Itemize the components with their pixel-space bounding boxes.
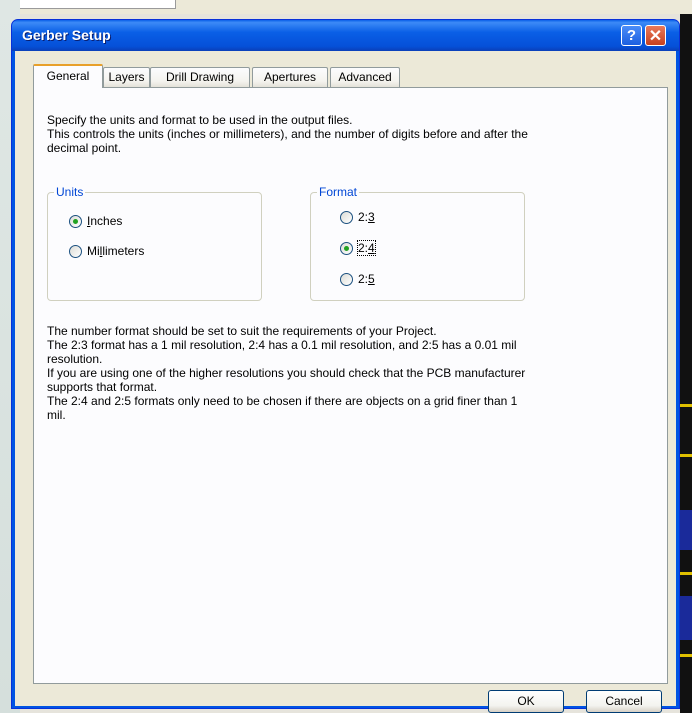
tab-label: General <box>46 69 90 83</box>
format-legend: Format <box>319 185 358 199</box>
radio-format-2-4[interactable]: 2:4 <box>340 240 376 256</box>
radio-button-icon <box>69 214 82 228</box>
radio-inches[interactable]: Inches <box>69 213 122 229</box>
radio-format-2-5[interactable]: 2:5 <box>340 271 375 287</box>
tab-label: Drill Drawing <box>165 70 234 84</box>
close-button[interactable]: ✕ <box>645 25 666 46</box>
radio-button-icon <box>69 244 82 258</box>
tab-layers[interactable]: Layers <box>103 67 150 87</box>
help-icon: ? <box>626 27 637 44</box>
format-note-text: The number format should be set to suit … <box>47 324 526 422</box>
title-bar: Gerber Setup ? ✕ <box>12 20 679 51</box>
tab-label: Layers <box>108 70 145 84</box>
dialog-title: Gerber Setup <box>22 27 111 43</box>
radio-label: 2:3 <box>358 210 375 224</box>
tab-label: Advanced <box>338 70 392 84</box>
cancel-button[interactable]: Cancel <box>586 690 662 713</box>
radio-button-icon <box>340 272 353 286</box>
radio-label: Millimeters <box>87 244 145 258</box>
general-tab-panel: Specify the units and format to be used … <box>33 87 668 684</box>
radio-format-2-3[interactable]: 2:3 <box>340 209 375 225</box>
help-button[interactable]: ? <box>621 25 642 46</box>
radio-label: Inches <box>87 214 123 228</box>
gerber-setup-dialog: Gerber Setup ? ✕ General Layers Drill Dr… <box>11 19 680 713</box>
units-legend: Units <box>56 185 84 199</box>
tab-drill-drawing[interactable]: Drill Drawing <box>150 67 250 87</box>
radio-button-icon <box>340 241 353 255</box>
close-icon: ✕ <box>648 27 663 45</box>
radio-millimeters[interactable]: Millimeters <box>69 243 144 259</box>
description-text: Specify the units and format to be used … <box>47 113 528 155</box>
tab-general[interactable]: General <box>33 64 103 88</box>
ok-button[interactable]: OK <box>488 690 564 713</box>
radio-label: 2:5 <box>358 272 375 286</box>
background-pcb-view <box>680 14 692 713</box>
tab-apertures[interactable]: Apertures <box>252 67 328 87</box>
background-field <box>14 0 176 9</box>
radio-button-icon <box>340 210 353 224</box>
dialog-body: General Layers Drill Drawing Apertures A… <box>15 51 676 713</box>
radio-label: 2:4 <box>357 240 376 256</box>
tab-label: Apertures <box>263 70 317 84</box>
tab-advanced[interactable]: Advanced <box>330 67 400 87</box>
